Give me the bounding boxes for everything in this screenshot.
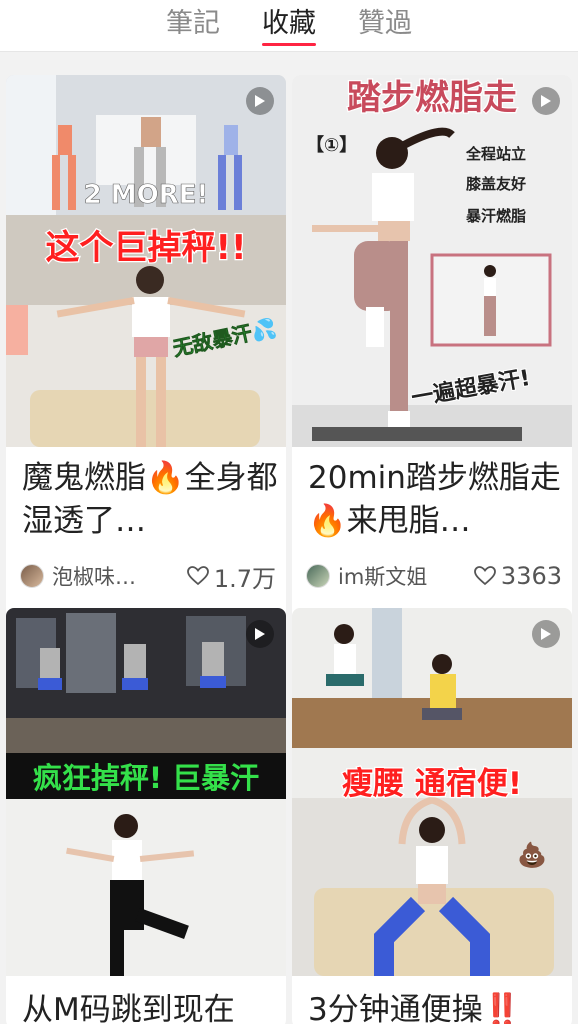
note-title[interactable]: 魔鬼燃脂🔥全身都湿透了…: [22, 457, 278, 543]
tab-notes[interactable]: 筆記: [166, 0, 220, 52]
tab-collections[interactable]: 收藏: [262, 0, 316, 52]
fire-emoji: 🔥: [308, 503, 347, 539]
note-cover-image[interactable]: 踏步燃脂走 【①】 全程站立 膝盖友好 暴汗燃脂 一遍超暴汗!: [292, 75, 572, 447]
note-meta: im斯文姐 3363: [306, 561, 562, 591]
note-card[interactable]: 💩 瘦腰 通宿便! 3分钟通便操‼️: [292, 608, 572, 1024]
double-exclamation-emoji: ‼️: [482, 992, 522, 1024]
like-count: 3363: [500, 562, 562, 590]
title-text: 3分钟通便操: [308, 992, 483, 1024]
play-icon: [246, 620, 274, 648]
cover-tag-2: 膝盖友好: [466, 175, 526, 193]
heart-icon: [186, 566, 209, 586]
like-button[interactable]: 3363: [474, 562, 562, 590]
tab-collections-label: 收藏: [262, 7, 316, 39]
play-icon: [246, 87, 274, 115]
note-card[interactable]: 2 MORE! 这个巨掉秤!! 无敌暴汗💦 魔鬼燃脂🔥全身都湿透了… 泡椒味… …: [6, 75, 286, 653]
play-icon: [532, 620, 560, 648]
cover-headline: 这个巨掉秤!!: [45, 228, 246, 268]
title-text: 20min踏步燃脂走: [308, 460, 561, 496]
note-title[interactable]: 从M码跳到现在: [22, 989, 278, 1024]
cover-tag-3: 暴汗燃脂: [466, 207, 526, 225]
avatar[interactable]: [306, 564, 330, 588]
note-meta: 泡椒味… 1.7万: [20, 559, 276, 594]
cover-tag-1: 全程站立: [465, 145, 526, 163]
active-tab-indicator: [262, 42, 316, 46]
author-name[interactable]: 泡椒味…: [52, 561, 187, 591]
note-cover-image[interactable]: 💩 瘦腰 通宿便!: [292, 608, 572, 976]
note-card[interactable]: 踏步燃脂走 【①】 全程站立 膝盖友好 暴汗燃脂 一遍超暴汗! 20min踏步燃…: [292, 75, 572, 653]
cover-headline: 瘦腰 通宿便!: [342, 766, 522, 802]
title-text-rest: 来甩脂…: [346, 503, 471, 539]
like-count: 1.7万: [213, 564, 276, 593]
cover-headline: 踏步燃脂走: [347, 78, 517, 118]
note-cover-image[interactable]: 2 MORE! 这个巨掉秤!! 无敌暴汗💦: [6, 75, 286, 447]
cover-episode: 【①】: [306, 135, 357, 156]
fire-emoji: 🔥: [146, 460, 185, 496]
tab-liked[interactable]: 贊過: [358, 0, 412, 52]
note-card[interactable]: 疯狂掉秤! 巨暴汗 从M码跳到现在: [6, 608, 286, 1024]
avatar[interactable]: [20, 564, 44, 588]
cover-text-2-more: 2 MORE!: [84, 180, 209, 210]
poop-emoji-sticker: 💩: [517, 841, 547, 869]
collection-tab-bar: 筆記 收藏 贊過: [0, 0, 578, 52]
note-cover-image[interactable]: 疯狂掉秤! 巨暴汗: [6, 608, 286, 976]
play-icon: [532, 87, 560, 115]
heart-icon: [474, 566, 496, 586]
author-name[interactable]: im斯文姐: [338, 561, 474, 591]
cover-headline: 疯狂掉秤! 巨暴汗: [33, 761, 259, 795]
note-title[interactable]: 20min踏步燃脂走 🔥来甩脂…: [308, 457, 564, 543]
like-button[interactable]: 1.7万: [186, 559, 276, 594]
title-text: 魔鬼燃脂: [22, 460, 146, 496]
notes-feed[interactable]: 2 MORE! 这个巨掉秤!! 无敌暴汗💦 魔鬼燃脂🔥全身都湿透了… 泡椒味… …: [0, 53, 578, 1024]
note-title[interactable]: 3分钟通便操‼️: [308, 989, 564, 1024]
title-text: 从M码跳到现在: [22, 992, 235, 1024]
